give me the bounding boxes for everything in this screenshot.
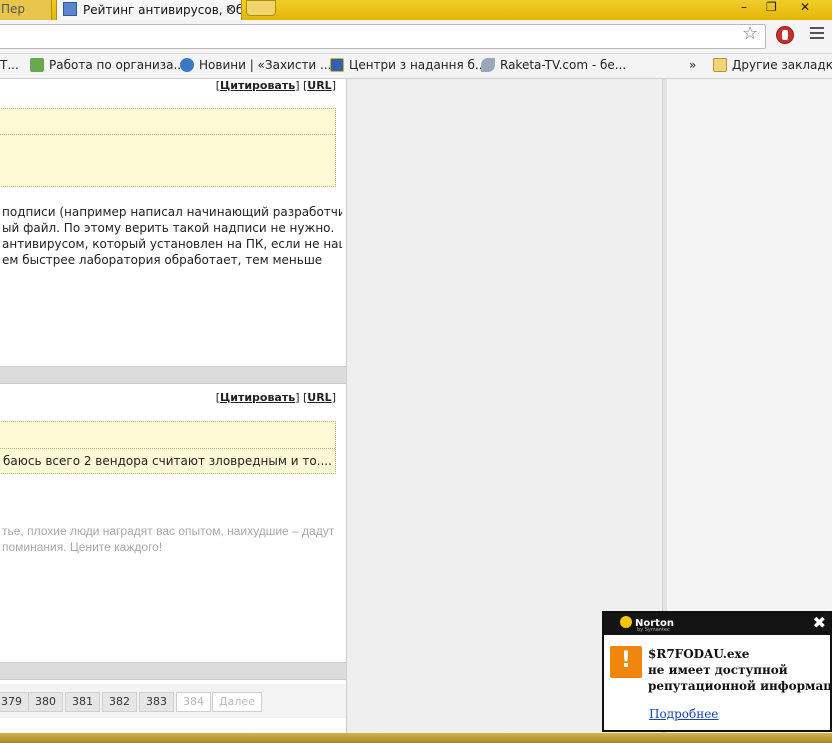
tab-active-label: Рейтинг антивирусов, Об [83, 3, 242, 17]
bookmark-label: Центри з надання б... [349, 58, 487, 72]
quote-divider [0, 134, 335, 135]
bookmark-item[interactable]: Работа по организа... [30, 58, 185, 72]
current-page: 384 [176, 692, 211, 712]
bookmark-label: Новини | «Захисти ... [199, 58, 332, 72]
quote-link[interactable]: Цитировать [220, 391, 295, 404]
quote-divider [0, 448, 335, 449]
tab-strip: Пер Рейтинг антивирусов, Об × – ❐ ✕ [0, 0, 832, 20]
bookmark-item[interactable]: Центри з надання б... [330, 58, 486, 72]
tab-active[interactable]: Рейтинг антивирусов, Об × [56, 0, 242, 20]
browser-toolbar: ☆ [0, 20, 832, 54]
norton-byline: by Symantec [637, 627, 670, 633]
norton-details-link[interactable]: Подробнее [649, 707, 718, 721]
norton-close-icon[interactable]: ✖ [813, 613, 826, 633]
bookmark-item[interactable]: Новини | «Захисти ... [180, 58, 332, 72]
adblock-extension-icon[interactable] [776, 26, 794, 44]
bookmark-label: Работа по организа... [49, 58, 185, 72]
post-body: подписи (например написал начинающий раз… [2, 204, 342, 268]
post-line: антивирусом, который установлен на ПК, е… [2, 237, 342, 251]
next-page-button[interactable]: Далее [212, 692, 262, 712]
warning-icon: ! [610, 646, 642, 678]
post-actions: [Цитировать] [URL] [215, 391, 336, 404]
bookmarks-overflow-button[interactable]: » [689, 58, 696, 72]
norton-check-icon [620, 616, 632, 628]
page-favicon-icon [63, 2, 77, 16]
rocket-icon [481, 58, 495, 72]
bookmarks-bar: Т... Работа по организа... Новини | «Зах… [0, 54, 832, 79]
folder-icon [713, 58, 727, 72]
new-tab-button[interactable] [246, 0, 276, 16]
norton-message-line: репутационной информации. [648, 679, 832, 693]
quote-block [0, 108, 336, 187]
address-bar[interactable] [0, 24, 766, 49]
page-link[interactable]: 379 [0, 692, 29, 712]
menu-icon[interactable] [810, 27, 824, 42]
post-line: ый файл. По этому верить такой надписи н… [2, 221, 335, 235]
post-separator [0, 662, 346, 680]
bookmark-item[interactable]: Raketa-TV.com - бе... [481, 58, 626, 72]
url-link[interactable]: URL [307, 391, 331, 404]
quote-text: баюсь всего 2 вендора считают зловредным… [3, 454, 332, 468]
url-link[interactable]: URL [307, 79, 331, 92]
page-link[interactable]: 380 [28, 692, 63, 712]
post-line: подписи (например написал начинающий раз… [2, 205, 342, 219]
post-actions: [Цитировать] [URL] [215, 79, 336, 92]
bookmark-item[interactable]: Т... [0, 58, 19, 72]
forum-thread: [Цитировать] [URL] подписи (например нап… [0, 79, 347, 743]
quote-link[interactable]: Цитировать [220, 79, 295, 92]
maximize-icon[interactable]: ❐ [766, 0, 777, 14]
page-link[interactable]: 382 [102, 692, 137, 712]
bookmark-star-icon[interactable]: ☆ [742, 25, 758, 43]
quote-block: баюсь всего 2 вендора считают зловредным… [0, 421, 336, 474]
signature-line: тье, плохие люди наградят вас опытом, на… [2, 524, 335, 538]
tab-previous[interactable]: Пер [0, 0, 52, 20]
minimize-icon[interactable]: – [741, 0, 747, 14]
tab-previous-label: Пер [1, 2, 26, 16]
window-close-icon[interactable]: ✕ [800, 0, 810, 14]
drupal-icon [180, 58, 194, 72]
norton-header: Norton by Symantec ✖ [604, 613, 830, 635]
pagination: 379 380 381 382 383 384 Далее [0, 684, 346, 718]
page-link[interactable]: 383 [139, 692, 174, 712]
taskbar [0, 733, 832, 743]
post-separator [0, 366, 346, 384]
warning-glyph: ! [620, 648, 632, 673]
norton-filename: $R7FODAU.exe [648, 647, 750, 661]
trident-icon [330, 58, 344, 72]
signature-line: поминания. Цените каждого! [2, 540, 163, 554]
norton-message-line: не имеет доступной [648, 663, 788, 677]
signature: тье, плохие люди наградят вас опытом, на… [2, 523, 342, 555]
norton-notification: Norton by Symantec ✖ ! $R7FODAU.exe не и… [602, 611, 832, 732]
bookmark-label: Raketa-TV.com - бе... [500, 58, 627, 72]
page-link[interactable]: 381 [65, 692, 100, 712]
other-bookmarks-label: Другие закладки [732, 58, 832, 72]
other-bookmarks-folder[interactable]: Другие закладки [713, 58, 832, 72]
bookmark-label: Т... [0, 58, 19, 72]
tab-close-icon[interactable]: × [225, 2, 235, 16]
post-line: ем быстрее лаборатория обработает, тем м… [2, 253, 323, 267]
person-icon [30, 58, 44, 72]
